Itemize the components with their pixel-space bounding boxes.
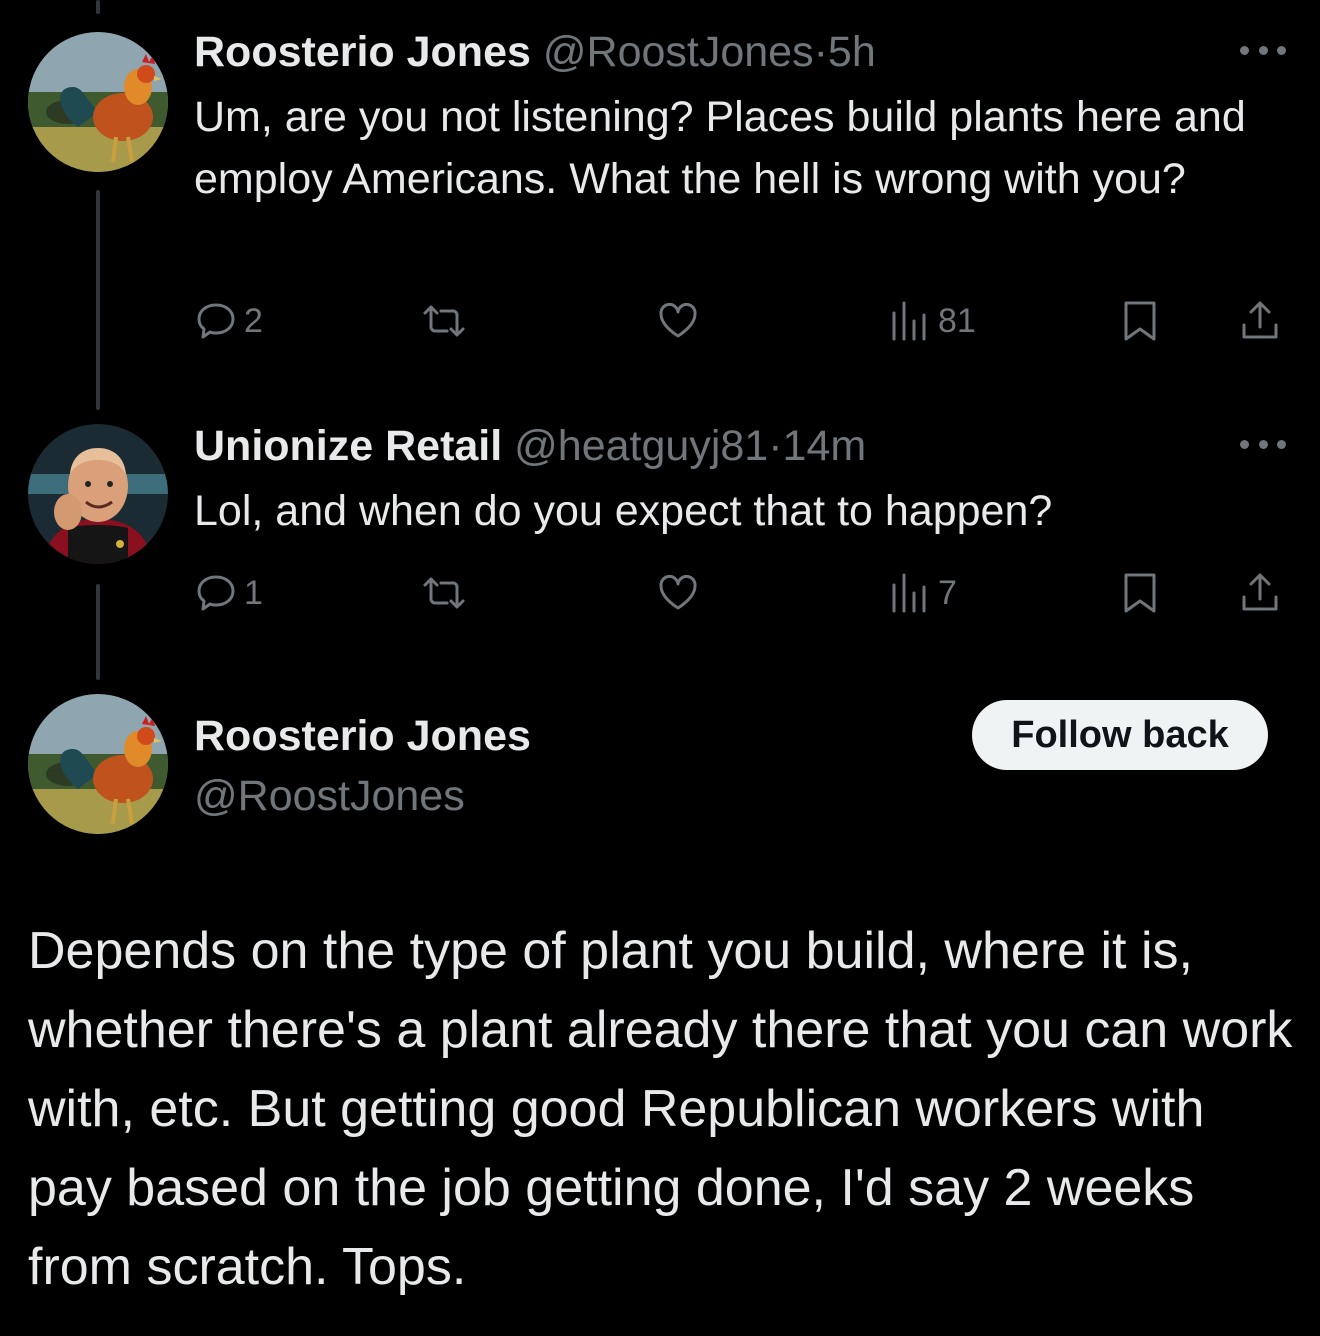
share-button[interactable] <box>1238 568 1282 618</box>
share-button[interactable] <box>1238 296 1282 346</box>
more-options-icon[interactable] <box>1240 434 1286 454</box>
tweet-header: Roosterio Jones @RoostJones·5h <box>194 26 876 78</box>
reply-icon <box>197 575 235 611</box>
tweet-text: Um, are you not listening? Places build … <box>194 93 1246 203</box>
view-count: 7 <box>938 573 957 612</box>
retweet-button[interactable] <box>422 568 466 618</box>
thread-line <box>96 584 100 680</box>
separator-dot: · <box>768 422 783 470</box>
reply-button[interactable]: 1 <box>194 568 263 618</box>
follow-back-button[interactable]: Follow back <box>972 700 1268 770</box>
thread-line <box>96 0 100 14</box>
action-bar: 1 7 <box>194 568 1294 618</box>
retweet-icon <box>423 577 465 609</box>
tweet-text: Depends on the type of plant you build, … <box>28 922 1293 1296</box>
avatar[interactable] <box>28 32 168 172</box>
rooster-avatar-icon <box>28 32 168 172</box>
avatar[interactable] <box>28 694 168 834</box>
like-button[interactable] <box>656 568 700 618</box>
author-handle[interactable]: @RoostJones <box>543 28 814 76</box>
author-name[interactable]: Unionize Retail <box>194 422 502 470</box>
bookmark-icon <box>1124 301 1156 341</box>
reply-icon <box>197 303 235 339</box>
timestamp[interactable]: 5h <box>828 28 876 76</box>
action-bar: 2 81 <box>194 296 1294 346</box>
retweet-button[interactable] <box>422 296 466 346</box>
like-button[interactable] <box>656 296 700 346</box>
thread-line <box>96 190 100 410</box>
author-handle[interactable]: @heatguyj81 <box>514 422 768 470</box>
reply-count: 1 <box>244 573 263 612</box>
author-name[interactable]: Roosterio Jones <box>194 28 531 76</box>
separator-dot: · <box>813 28 828 76</box>
author-name[interactable]: Roosterio Jones <box>194 710 531 762</box>
share-icon <box>1242 301 1278 339</box>
bookmark-button[interactable] <box>1118 296 1162 346</box>
reply-button[interactable]: 2 <box>194 296 263 346</box>
rooster-avatar-icon <box>28 694 168 834</box>
picard-avatar-icon <box>28 424 168 564</box>
avatar[interactable] <box>28 424 168 564</box>
reply-count: 2 <box>244 301 263 340</box>
retweet-icon <box>423 305 465 337</box>
analytics-icon <box>892 573 926 613</box>
heart-icon <box>659 303 697 338</box>
timestamp[interactable]: 14m <box>783 422 867 470</box>
bookmark-button[interactable] <box>1118 568 1162 618</box>
tweet-text: Lol, and when do you expect that to happ… <box>194 487 1053 535</box>
more-options-icon[interactable] <box>1240 40 1286 60</box>
share-icon <box>1242 573 1278 611</box>
views-button[interactable]: 81 <box>888 296 976 346</box>
view-count: 81 <box>938 301 976 340</box>
views-button[interactable]: 7 <box>888 568 957 618</box>
heart-icon <box>659 575 697 610</box>
bookmark-icon <box>1124 573 1156 613</box>
analytics-icon <box>892 301 926 341</box>
author-handle[interactable]: @RoostJones <box>194 770 465 822</box>
tweet-header: Unionize Retail @heatguyj81·14m <box>194 420 866 472</box>
